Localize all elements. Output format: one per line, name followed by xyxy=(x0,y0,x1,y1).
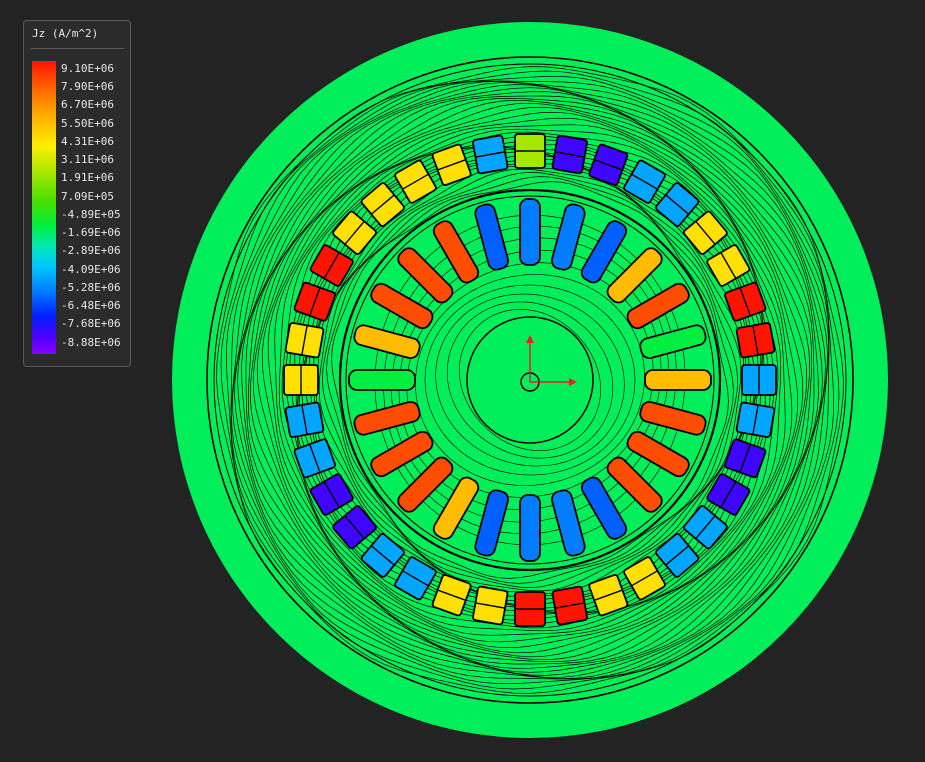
stator-conductor xyxy=(284,322,325,359)
legend-label: -4.89E+05 xyxy=(61,208,121,221)
rotor-conductor xyxy=(519,198,541,266)
legend-label: 6.70E+06 xyxy=(61,98,114,111)
legend-label: 3.11E+06 xyxy=(61,153,114,166)
stator-conductor xyxy=(735,401,776,438)
legend-label: -2.89E+06 xyxy=(61,244,121,257)
stator-conductor xyxy=(551,134,588,175)
legend-label: -1.69E+06 xyxy=(61,226,121,239)
legend-label: 1.91E+06 xyxy=(61,171,114,184)
stator-conductor xyxy=(514,591,546,627)
legend-label: 7.90E+06 xyxy=(61,80,114,93)
stator-conductor xyxy=(741,364,777,396)
legend-label: -7.68E+06 xyxy=(61,317,121,330)
stator-conductor xyxy=(472,134,509,175)
stator-conductor xyxy=(551,585,588,626)
legend-divider xyxy=(30,48,124,49)
legend-label: 7.09E+05 xyxy=(61,190,114,203)
stator-conductor xyxy=(735,322,776,359)
rotor-conductor xyxy=(519,494,541,562)
legend-title: Jz (A/m^2) xyxy=(32,27,99,40)
color-legend[interactable]: Jz (A/m^2) 9.10E+06 7.90E+06 6.70E+06 5.… xyxy=(23,20,131,367)
legend-color-bar xyxy=(32,61,56,354)
stator-conductor xyxy=(283,364,319,396)
legend-label: -6.48E+06 xyxy=(61,299,121,312)
rotor-conductor xyxy=(644,369,712,391)
stator-conductor xyxy=(284,401,325,438)
legend-label: 9.10E+06 xyxy=(61,62,114,75)
motor-flux-viewport[interactable] xyxy=(0,0,925,762)
legend-label: -4.09E+06 xyxy=(61,263,121,276)
legend-label: -5.28E+06 xyxy=(61,281,121,294)
legend-label: 4.31E+06 xyxy=(61,135,114,148)
rotor-conductor xyxy=(348,369,416,391)
stator-conductor xyxy=(472,585,509,626)
legend-label: 5.50E+06 xyxy=(61,117,114,130)
legend-label: -8.88E+06 xyxy=(61,336,121,349)
stator-conductor xyxy=(514,133,546,169)
